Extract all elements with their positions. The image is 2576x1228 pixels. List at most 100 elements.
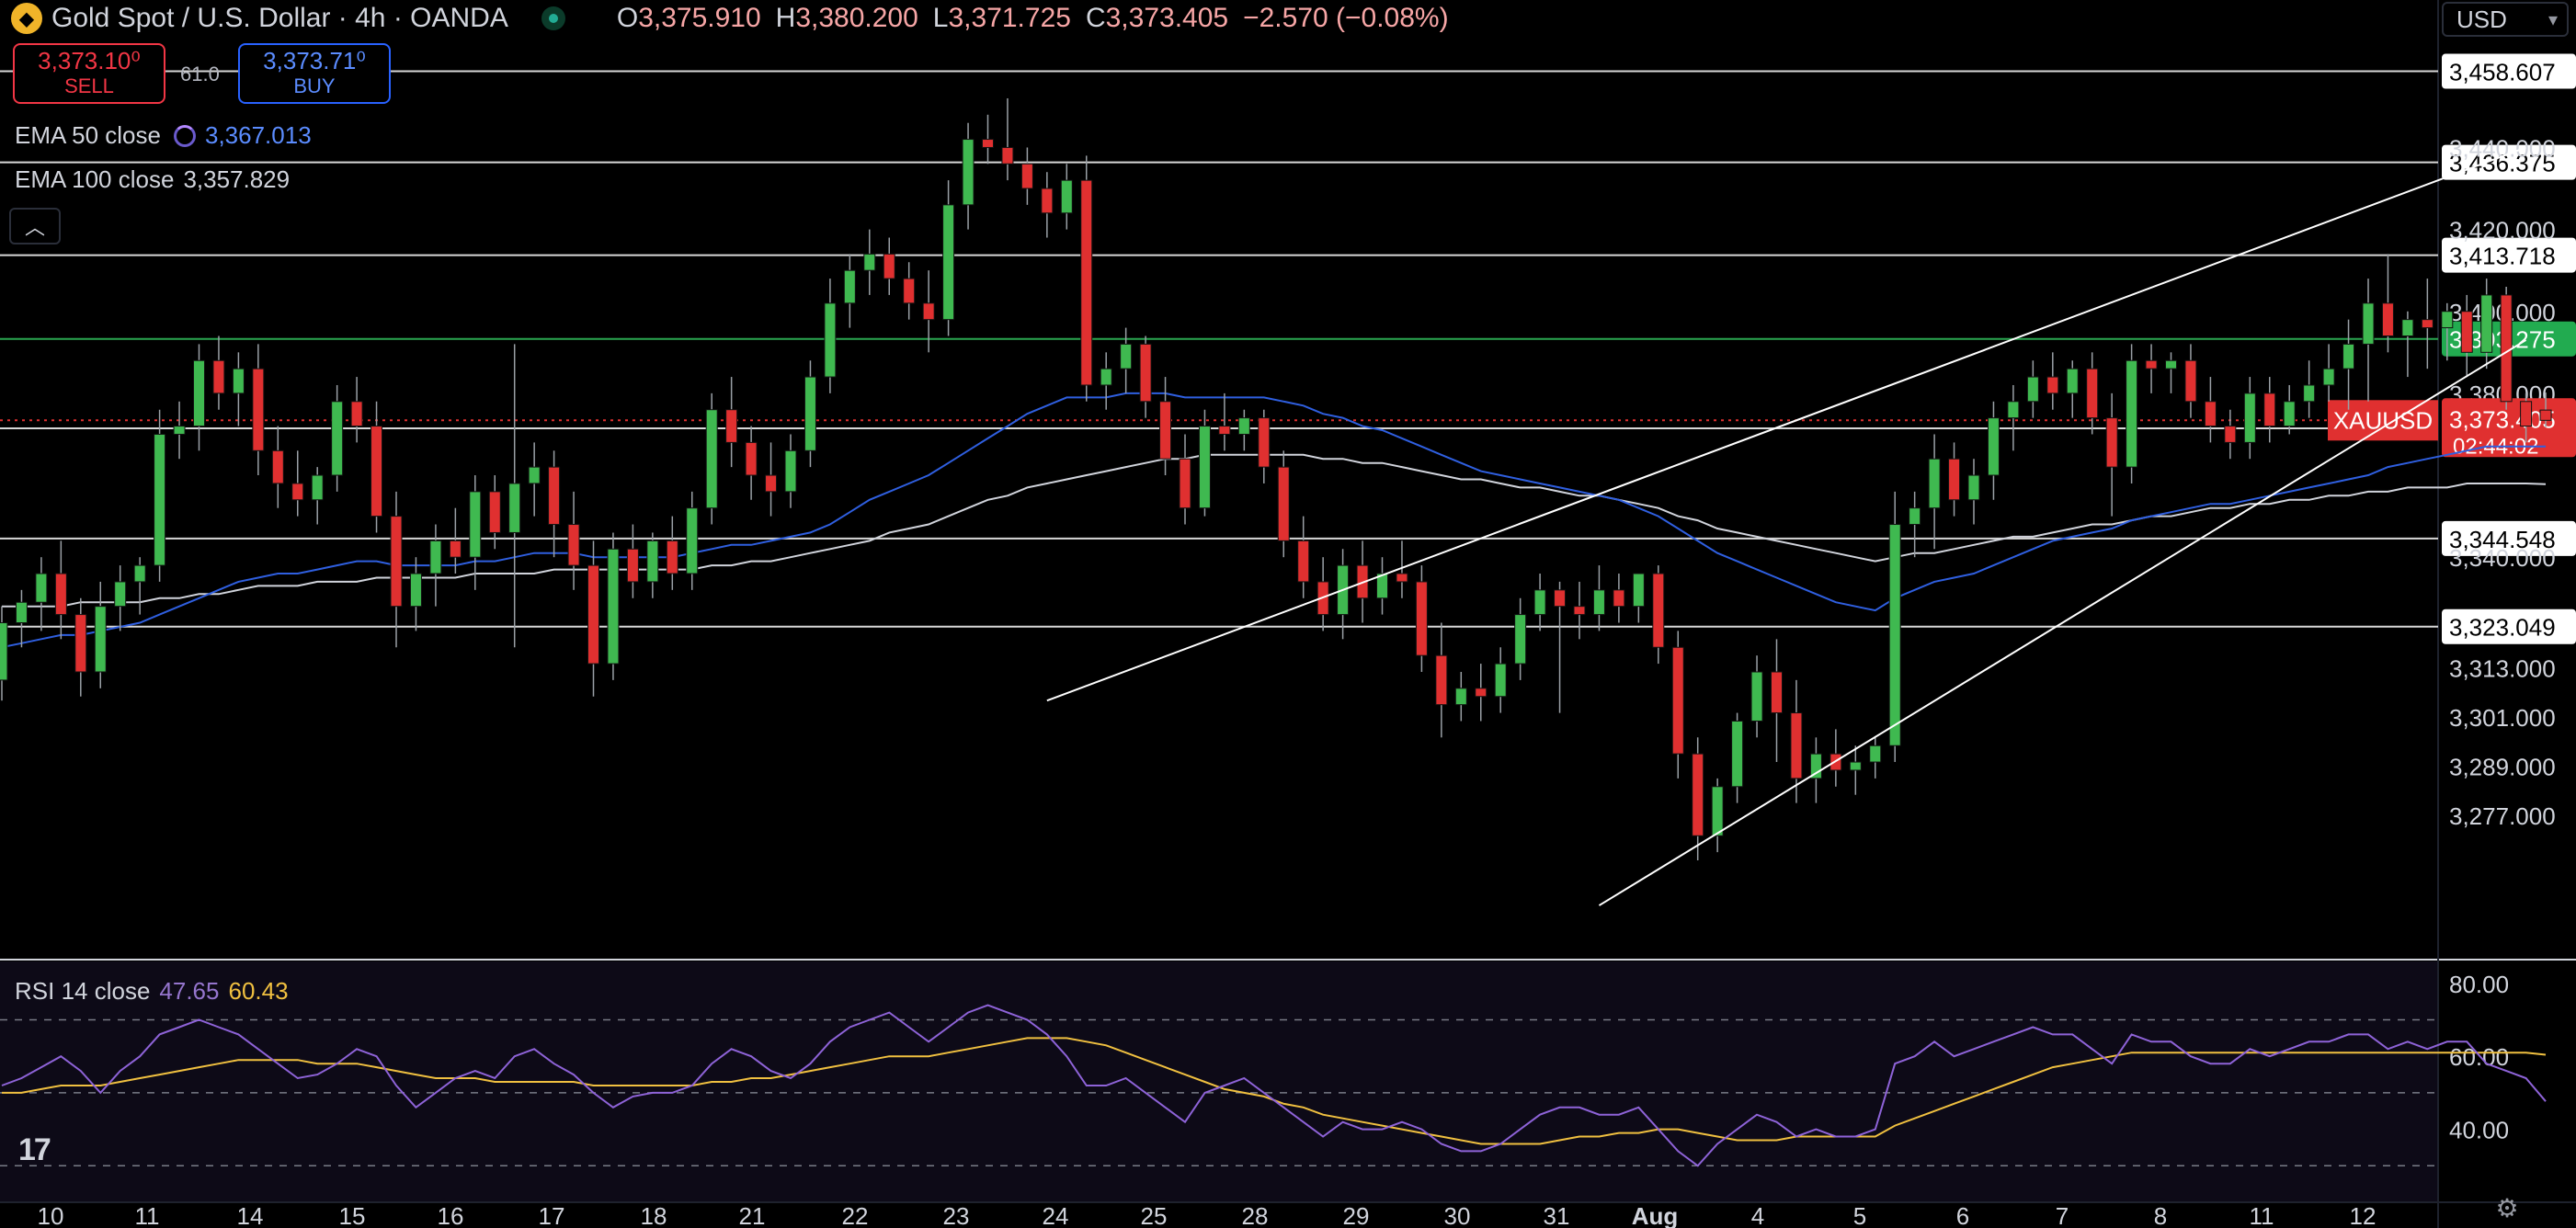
price-chart[interactable]: 3,458.6073,436.3753,413.7183,393.2753,37… bbox=[0, 0, 2576, 1228]
time-axis-label: 8 bbox=[2154, 1202, 2167, 1228]
time-axis-label: 24 bbox=[1043, 1202, 1069, 1228]
loading-spinner-icon bbox=[173, 125, 196, 147]
candle-body bbox=[271, 449, 284, 484]
ema100-line bbox=[2, 453, 2547, 608]
settings-gear-icon[interactable]: ⚙ bbox=[2493, 1195, 2521, 1222]
chevron-up-icon: ︿ bbox=[24, 216, 45, 239]
candle-body bbox=[2046, 376, 2059, 394]
candle-body bbox=[1041, 188, 1054, 214]
open-value: 3,375.910 bbox=[638, 3, 761, 33]
candle-body bbox=[212, 359, 225, 394]
candle-body bbox=[646, 540, 659, 583]
market-open-icon bbox=[541, 6, 565, 30]
candle-body bbox=[2539, 409, 2552, 421]
candle-body bbox=[1120, 343, 1133, 370]
collapse-legend-button[interactable]: ︿ bbox=[9, 208, 61, 244]
candle-body bbox=[2460, 311, 2473, 353]
tradingview-logo-icon[interactable]: 17 bbox=[18, 1132, 51, 1168]
price-axis-tick: 3,420.000 bbox=[2449, 217, 2556, 244]
candle-body bbox=[2303, 384, 2316, 403]
time-axis-label: 17 bbox=[539, 1202, 565, 1228]
candle-body bbox=[1790, 712, 1803, 779]
time-axis-label: 15 bbox=[339, 1202, 366, 1228]
currency-select[interactable]: USD bbox=[2442, 2, 2569, 37]
candle-body bbox=[1396, 573, 1408, 583]
candle-body bbox=[548, 466, 561, 526]
candle-body bbox=[1613, 589, 1625, 608]
rsi-axis-tick: 40.00 bbox=[2449, 1117, 2509, 1144]
rsi-label: RSI 14 close bbox=[15, 977, 151, 1005]
candle-body bbox=[922, 302, 935, 321]
price-axis-tick: 3,289.000 bbox=[2449, 754, 2556, 781]
candle-body bbox=[1573, 606, 1586, 616]
open-label: O bbox=[616, 3, 639, 33]
low-label: L bbox=[932, 3, 949, 33]
candle-body bbox=[1533, 589, 1546, 616]
candle-body bbox=[1179, 458, 1191, 509]
candle-body bbox=[1632, 573, 1645, 608]
time-axis-label: 12 bbox=[2350, 1202, 2377, 1228]
symbol-title[interactable]: Gold Spot / U.S. Dollar · 4h · OANDA bbox=[51, 3, 508, 34]
candle-body bbox=[2381, 302, 2394, 336]
spread-value: 61.0 bbox=[180, 63, 220, 85]
candle-body bbox=[449, 540, 462, 558]
high-value: 3,380.200 bbox=[795, 3, 918, 33]
time-axis-label: 16 bbox=[438, 1202, 464, 1228]
ema50-legend[interactable]: EMA 50 close 3,367.013 bbox=[15, 121, 312, 150]
current-price-label: 3,373.405 bbox=[2449, 405, 2556, 433]
candle-body bbox=[1080, 179, 1093, 386]
ema100-legend[interactable]: EMA 100 close 3,357.829 bbox=[15, 165, 290, 194]
candle-body bbox=[2441, 311, 2454, 329]
candle-body bbox=[1554, 589, 1567, 608]
candle-body bbox=[784, 449, 797, 493]
level-price-label: 3,458.607 bbox=[2449, 59, 2556, 86]
candle-body bbox=[1514, 614, 1527, 665]
candle-body bbox=[1928, 458, 1941, 509]
candle-body bbox=[843, 269, 856, 304]
time-axis-label: 7 bbox=[2056, 1202, 2069, 1228]
candle-body bbox=[2145, 359, 2158, 370]
candle-body bbox=[2342, 343, 2355, 370]
sell-button[interactable]: 3,373.10⁰ SELL bbox=[13, 43, 165, 104]
candle-body bbox=[114, 581, 127, 608]
candle-body bbox=[2243, 392, 2256, 443]
rsi-ma-value: 60.43 bbox=[228, 977, 289, 1005]
candle-body bbox=[2263, 392, 2276, 427]
time-axis-label: Aug bbox=[1632, 1202, 1679, 1228]
candle-body bbox=[15, 601, 28, 624]
ema50-label: EMA 50 close bbox=[15, 121, 161, 149]
candle-body bbox=[331, 401, 344, 476]
time-axis-label: 28 bbox=[1242, 1202, 1269, 1228]
ema100-label: EMA 100 close bbox=[15, 165, 175, 193]
sell-label: SELL bbox=[64, 74, 114, 97]
candle-body bbox=[942, 204, 955, 321]
high-label: H bbox=[775, 3, 796, 33]
candle-body bbox=[2401, 319, 2414, 336]
candle-body bbox=[291, 483, 304, 501]
candle-body bbox=[35, 573, 48, 603]
candle-body bbox=[133, 564, 146, 583]
time-axis-label: 23 bbox=[943, 1202, 970, 1228]
time-axis-label: 6 bbox=[1956, 1202, 1969, 1228]
candle-body bbox=[2520, 401, 2533, 427]
candle-body bbox=[1415, 581, 1428, 656]
level-price-label: 3,323.049 bbox=[2449, 614, 2556, 642]
buy-button[interactable]: 3,373.71⁰ BUY bbox=[238, 43, 391, 104]
candle-body bbox=[1849, 761, 1862, 771]
candle-body bbox=[863, 253, 876, 271]
candle-body bbox=[409, 573, 422, 608]
candle-body bbox=[903, 278, 916, 304]
close-value: 3,373.405 bbox=[1105, 3, 1229, 33]
candle-body bbox=[1237, 417, 1250, 435]
candle-body bbox=[2165, 359, 2177, 370]
candle-body bbox=[1771, 671, 1783, 714]
symbol-tag-label: XAUUSD bbox=[2333, 406, 2433, 434]
candle-body bbox=[2224, 426, 2237, 443]
time-axis-label: 29 bbox=[1343, 1202, 1370, 1228]
close-label: C bbox=[1085, 3, 1106, 33]
candle-body bbox=[2322, 368, 2335, 386]
rsi-value: 47.65 bbox=[159, 977, 220, 1005]
candle-body bbox=[1888, 524, 1901, 746]
candle-body bbox=[508, 483, 521, 533]
rsi-legend[interactable]: RSI 14 close 47.65 60.43 bbox=[15, 977, 289, 1006]
